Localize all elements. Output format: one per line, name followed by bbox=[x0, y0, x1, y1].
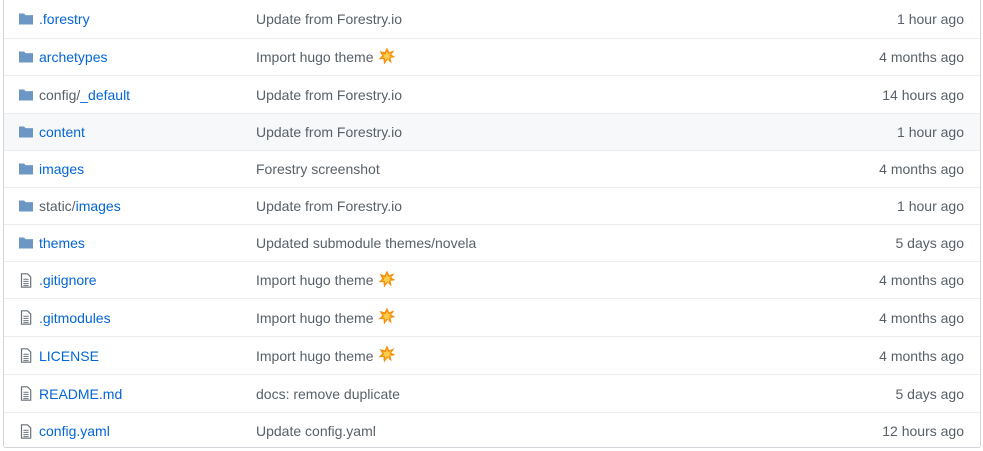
name-cell: archetypes bbox=[4, 49, 256, 65]
name-cell: .forestry bbox=[4, 11, 256, 27]
file-row[interactable]: .forestry Update from Forestry.io 1 hour a… bbox=[4, 0, 980, 38]
commit-age: 4 months ago bbox=[879, 161, 964, 177]
file-row[interactable]: config/_default Update from Forestry.io 14… bbox=[4, 75, 980, 113]
commit-message-link[interactable]: Updated submodule themes/novela bbox=[256, 235, 476, 251]
file-icon bbox=[18, 348, 34, 364]
file-row[interactable]: .gitignore Import hugo theme 4 months ago bbox=[4, 261, 980, 298]
file-name-link[interactable]: themes bbox=[39, 235, 85, 251]
folder-icon bbox=[18, 11, 34, 27]
file-name-link[interactable]: .gitmodules bbox=[39, 310, 111, 326]
commit-age: 4 months ago bbox=[879, 347, 964, 364]
commit-message-cell: Import hugo theme bbox=[256, 345, 764, 366]
commit-age: 5 days ago bbox=[895, 385, 965, 402]
file-name-link[interactable]: .gitignore bbox=[39, 272, 97, 288]
collision-emoji-icon bbox=[378, 47, 396, 68]
file-icon bbox=[18, 272, 34, 288]
commit-message-cell: Update from Forestry.io bbox=[256, 124, 764, 140]
file-name-link[interactable]: _default bbox=[80, 87, 130, 103]
commit-message-link[interactable]: docs: remove duplicate bbox=[256, 386, 400, 402]
file-row[interactable]: archetypes Import hugo theme 4 months ago bbox=[4, 38, 980, 75]
file-row[interactable]: README.md docs: remove duplicate 5 days ag… bbox=[4, 374, 980, 412]
folder-icon bbox=[18, 49, 34, 65]
commit-message-cell: Import hugo theme bbox=[256, 47, 764, 68]
commit-message-cell: Updated submodule themes/novela bbox=[256, 235, 764, 251]
commit-message-link[interactable]: Update from Forestry.io bbox=[256, 198, 402, 214]
folder-icon bbox=[18, 87, 34, 103]
commit-age: 1 hour ago bbox=[897, 11, 964, 27]
commit-age: 1 hour ago bbox=[897, 124, 964, 140]
name-cell: config.yaml bbox=[4, 423, 256, 439]
commit-age: 12 hours ago bbox=[882, 423, 964, 439]
file-row[interactable]: static/images Update from Forestry.io 1 ho… bbox=[4, 187, 980, 224]
file-row[interactable]: content Update from Forestry.io 1 hour ago bbox=[4, 113, 980, 150]
file-name-link[interactable]: archetypes bbox=[39, 49, 107, 65]
collision-emoji-icon bbox=[378, 270, 396, 291]
file-name-link[interactable]: content bbox=[39, 124, 85, 140]
commit-age: 5 days ago bbox=[895, 235, 965, 251]
commit-message-cell: Update from Forestry.io bbox=[256, 87, 764, 103]
collision-emoji-icon bbox=[378, 345, 396, 366]
commit-message-cell: Import hugo theme bbox=[256, 307, 764, 328]
file-name-link[interactable]: README.md bbox=[39, 386, 122, 402]
name-cell: images bbox=[4, 161, 256, 177]
file-listing-table: .forestry Update from Forestry.io 1 hour a… bbox=[3, 0, 981, 448]
file-row[interactable]: images Forestry screenshot 4 months ago bbox=[4, 150, 980, 187]
name-cell: config/_default bbox=[4, 87, 256, 103]
commit-age: 4 months ago bbox=[879, 49, 964, 65]
file-row[interactable]: config.yaml Update config.yaml 12 hours ag… bbox=[4, 412, 980, 449]
commit-message-link[interactable]: Update from Forestry.io bbox=[256, 11, 402, 27]
collision-emoji-icon bbox=[378, 307, 396, 328]
file-row[interactable]: LICENSE Import hugo theme 4 months ago bbox=[4, 336, 980, 374]
name-cell: README.md bbox=[4, 386, 256, 402]
file-name-link[interactable]: images bbox=[76, 198, 121, 214]
name-cell: .gitmodules bbox=[4, 310, 256, 326]
commit-message-link[interactable]: Import hugo theme bbox=[256, 310, 374, 326]
name-cell: themes bbox=[4, 235, 256, 251]
commit-age: 4 months ago bbox=[879, 272, 964, 288]
file-row[interactable]: .gitmodules Import hugo theme 4 months ago bbox=[4, 298, 980, 336]
commit-message-link[interactable]: Update from Forestry.io bbox=[256, 124, 402, 140]
file-icon bbox=[18, 423, 34, 439]
path-prefix[interactable]: config/ bbox=[39, 87, 80, 103]
folder-icon bbox=[18, 235, 34, 251]
commit-age: 4 months ago bbox=[879, 309, 964, 326]
commit-message-link[interactable]: Import hugo theme bbox=[256, 348, 374, 364]
commit-message-cell: Update from Forestry.io bbox=[256, 198, 764, 214]
folder-icon bbox=[18, 161, 34, 177]
commit-message-cell: Import hugo theme bbox=[256, 270, 764, 291]
commit-message-link[interactable]: Import hugo theme bbox=[256, 272, 374, 288]
name-cell: static/images bbox=[4, 198, 256, 214]
file-icon bbox=[18, 310, 34, 326]
commit-message-cell: docs: remove duplicate bbox=[256, 386, 764, 402]
commit-message-cell: Forestry screenshot bbox=[256, 161, 764, 177]
commit-message-link[interactable]: Update from Forestry.io bbox=[256, 87, 402, 103]
name-cell: content bbox=[4, 124, 256, 140]
commit-age: 1 hour ago bbox=[897, 198, 964, 214]
file-icon bbox=[18, 386, 34, 402]
file-name-link[interactable]: LICENSE bbox=[39, 348, 99, 364]
commit-message-cell: Update from Forestry.io bbox=[256, 11, 764, 27]
commit-message-link[interactable]: Import hugo theme bbox=[256, 49, 374, 65]
name-cell: LICENSE bbox=[4, 348, 256, 364]
file-name-link[interactable]: .forestry bbox=[39, 11, 90, 27]
commit-message-link[interactable]: Forestry screenshot bbox=[256, 161, 380, 177]
commit-age: 14 hours ago bbox=[882, 86, 964, 103]
file-name-link[interactable]: config.yaml bbox=[39, 423, 110, 439]
commit-message-cell: Update config.yaml bbox=[256, 423, 764, 439]
folder-icon bbox=[18, 198, 34, 214]
file-name-link[interactable]: images bbox=[39, 161, 84, 177]
commit-message-link[interactable]: Update config.yaml bbox=[256, 423, 376, 439]
name-cell: .gitignore bbox=[4, 272, 256, 288]
file-row[interactable]: themes Updated submodule themes/novela 5 d… bbox=[4, 224, 980, 261]
folder-icon bbox=[18, 124, 34, 140]
path-prefix[interactable]: static/ bbox=[39, 198, 76, 214]
